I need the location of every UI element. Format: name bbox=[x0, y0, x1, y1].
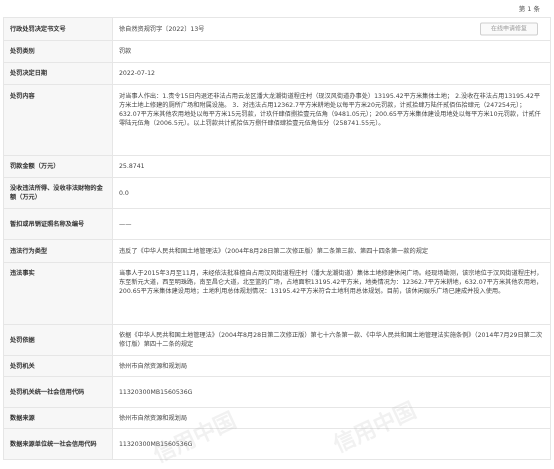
table-row: 行政处罚决定书文号 徐自然资规罚字〔2022〕13号 在线申请修复 bbox=[3, 17, 551, 41]
row-label: 行政处罚决定书文号 bbox=[3, 17, 113, 41]
row-value: 当事人于2015年3月至11月，未经依法批准擅自占用汉风街道程庄村（潘大龙潮街道… bbox=[112, 262, 551, 325]
row-label: 没收违法所得、没收非法财物的金额（万元） bbox=[3, 177, 113, 209]
penalty-table: 行政处罚决定书文号 徐自然资规罚字〔2022〕13号 在线申请修复 处罚类别 罚… bbox=[3, 17, 551, 460]
row-label: 处罚机关 bbox=[3, 355, 113, 377]
row-value: 徐自然资规罚字〔2022〕13号 在线申请修复 bbox=[112, 17, 551, 41]
row-value: 25.8741 bbox=[112, 155, 551, 178]
row-value: 罚款 bbox=[112, 40, 551, 63]
decision-number: 徐自然资规罚字〔2022〕13号 bbox=[119, 25, 205, 33]
table-row: 数据来源单位统一社会信用代码 11320300MB1560536G bbox=[3, 428, 551, 460]
row-label: 处罚决定日期 bbox=[3, 62, 113, 85]
row-label: 违法行为类型 bbox=[3, 239, 113, 263]
table-row: 处罚依据 依据《中华人民共和国土地管理法》（2004年8月28日第二次修正版）第… bbox=[3, 324, 551, 356]
row-label: 数据来源单位统一社会信用代码 bbox=[3, 428, 113, 460]
row-label: 罚款金额（万元） bbox=[3, 155, 113, 178]
table-row: 数据来源 徐州市自然资源和规划局 bbox=[3, 407, 551, 429]
table-row: 违法事实 当事人于2015年3月至11月，未经依法批准擅自占用汉风街道程庄村（潘… bbox=[3, 262, 551, 325]
row-label: 处罚类别 bbox=[3, 40, 113, 63]
row-label: 处罚机关统一社会信用代码 bbox=[3, 376, 113, 408]
table-row: 处罚机关 徐州市自然资源和规划局 bbox=[3, 355, 551, 377]
online-repair-button[interactable]: 在线申请修复 bbox=[479, 22, 538, 36]
table-row: 没收违法所得、没收非法财物的金额（万元） 0.0 bbox=[3, 177, 551, 209]
row-value: 对当事人作出：1.责令15日内退还非法占用云龙区潘大龙潮街道程庄村（现汉风街道办… bbox=[112, 84, 551, 156]
row-value: 违反了《中华人民共和国土地管理法》（2004年8月28日第二次修正版）第二条第三… bbox=[112, 239, 551, 263]
row-label: 违法事实 bbox=[3, 262, 113, 325]
row-label: 处罚内容 bbox=[3, 84, 113, 156]
row-value: 依据《中华人民共和国土地管理法》（2004年8月28日第二次修正版）第七十六条第… bbox=[112, 324, 551, 356]
row-label: 暂扣或吊销证照名称及编号 bbox=[3, 208, 113, 240]
table-row: 处罚内容 对当事人作出：1.责令15日内退还非法占用云龙区潘大龙潮街道程庄村（现… bbox=[3, 84, 551, 156]
table-row: 暂扣或吊销证照名称及编号 —— bbox=[3, 208, 551, 240]
row-value: 徐州市自然资源和规划局 bbox=[112, 355, 551, 377]
row-value: 0.0 bbox=[112, 177, 551, 209]
table-row: 处罚决定日期 2022-07-12 bbox=[3, 62, 551, 85]
table-row: 处罚类别 罚款 bbox=[3, 40, 551, 63]
row-value: —— bbox=[112, 208, 551, 240]
row-value: 徐州市自然资源和规划局 bbox=[112, 407, 551, 429]
page-number: 第 1 条 bbox=[518, 5, 540, 13]
table-row: 处罚机关统一社会信用代码 11320300MB1560536G bbox=[3, 376, 551, 408]
row-value: 2022-07-12 bbox=[112, 62, 551, 85]
row-label: 处罚依据 bbox=[3, 324, 113, 356]
row-label: 数据来源 bbox=[3, 407, 113, 429]
row-value: 11320300MB1560536G bbox=[112, 428, 551, 460]
table-row: 罚款金额（万元） 25.8741 bbox=[3, 155, 551, 178]
row-value: 11320300MB1560536G bbox=[112, 376, 551, 408]
table-row: 违法行为类型 违反了《中华人民共和国土地管理法》（2004年8月28日第二次修正… bbox=[3, 239, 551, 263]
